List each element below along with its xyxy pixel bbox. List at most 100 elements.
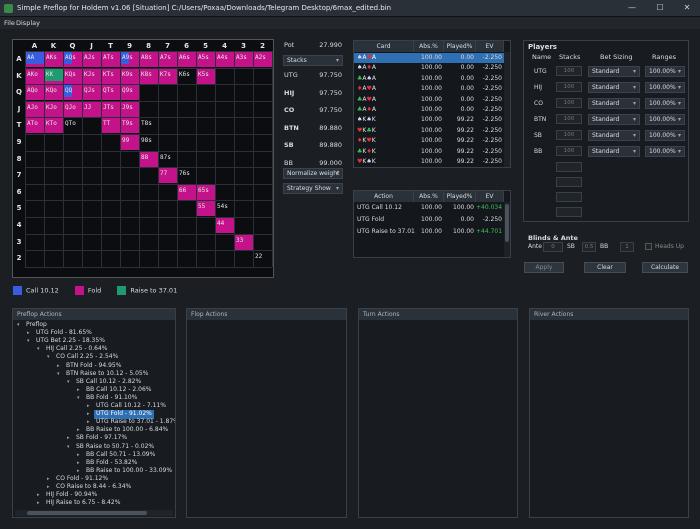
bb-input[interactable]: 1 <box>620 242 634 252</box>
grid-cell[interactable]: Q9s <box>121 85 139 98</box>
tree-hscrollbar[interactable] <box>15 510 173 516</box>
player-bet-sizing-combo[interactable]: Standard <box>588 146 640 157</box>
strategy-show-combo[interactable]: Strategy Show <box>283 183 343 194</box>
player-bet-sizing-combo[interactable]: Standard <box>588 98 640 109</box>
grid-cell[interactable]: ATs <box>102 52 120 64</box>
grid-cell[interactable]: AJs <box>83 52 101 64</box>
menu-file[interactable]: File <box>4 19 15 27</box>
cards-header-played[interactable]: Played% <box>444 41 476 52</box>
grid-cell[interactable]: AA <box>26 52 44 64</box>
player-stack-input[interactable]: 100 <box>556 130 582 140</box>
player-stack-input[interactable]: 100 <box>556 98 582 108</box>
card-row[interactable]: ♦K♥K 100.00 99.22 -2.250 <box>354 136 504 146</box>
grid-cell[interactable]: 77 <box>159 168 177 181</box>
card-row[interactable]: ♥K♣K 100.00 99.22 -2.250 <box>354 126 504 136</box>
cards-header-ev[interactable]: EV <box>476 41 504 52</box>
heads-up-checkbox[interactable] <box>645 243 652 250</box>
extra-stack-input[interactable] <box>556 192 582 202</box>
grid-cell[interactable]: KJs <box>83 68 101 81</box>
grid-cell[interactable]: AQs <box>64 52 82 64</box>
player-range-combo[interactable]: 100.00% <box>645 98 685 109</box>
grid-cell[interactable]: KK <box>45 68 63 81</box>
actions-header-played[interactable]: Played% <box>444 191 476 202</box>
player-stack-input[interactable]: 100 <box>556 66 582 76</box>
cards-header-abs[interactable]: Abs.% <box>414 41 444 52</box>
grid-cell[interactable]: A2s <box>254 52 272 64</box>
grid-cell[interactable]: K6s <box>178 69 196 85</box>
grid-cell[interactable]: 99 <box>121 135 139 147</box>
grid-cell[interactable]: T8s <box>140 118 158 134</box>
grid-cell[interactable]: K8s <box>140 68 158 81</box>
grid-cell[interactable]: A5s <box>197 52 215 64</box>
grid-cell[interactable]: 65s <box>197 184 215 197</box>
grid-cell[interactable]: AQo <box>26 85 44 98</box>
actions-header-ev[interactable]: EV <box>476 191 504 202</box>
player-bet-sizing-combo[interactable]: Standard <box>588 114 640 125</box>
normalize-weight-combo[interactable]: Normalize weight <box>283 168 343 179</box>
grid-cell[interactable]: JTs <box>102 101 120 114</box>
expanded-arrow-icon[interactable]: ▾ <box>17 321 20 330</box>
tree-node[interactable]: HIJ Raise to 6.75 - 8.42% <box>44 499 122 508</box>
card-row[interactable]: ♦A♥A 100.00 0.00 -2.250 <box>354 84 504 94</box>
grid-cell[interactable]: 87s <box>159 152 177 168</box>
grid-cell[interactable]: A3s <box>235 52 253 64</box>
apply-button[interactable]: Apply <box>524 262 564 273</box>
grid-cell[interactable]: KQs <box>64 68 82 81</box>
player-range-combo[interactable]: 100.00% <box>645 66 685 77</box>
cards-header-card[interactable]: Card <box>354 41 414 52</box>
menu-display[interactable]: Display <box>16 19 40 27</box>
grid-cell[interactable]: KJo <box>45 101 63 114</box>
tree-hscroll-thumb[interactable] <box>27 511 147 515</box>
player-range-combo[interactable]: 100.00% <box>645 130 685 141</box>
calculate-button[interactable]: Calculate <box>642 262 688 273</box>
grid-cell[interactable]: KTo <box>45 118 63 131</box>
grid-cell[interactable]: QQ <box>64 85 82 98</box>
cards-scrollbar[interactable] <box>504 52 510 167</box>
player-bet-sizing-combo[interactable]: Standard <box>588 82 640 93</box>
sb-input[interactable]: 0.5 <box>582 242 596 252</box>
grid-cell[interactable]: K9s <box>121 68 139 81</box>
extra-stack-input[interactable] <box>556 177 582 187</box>
card-row[interactable]: ♠A♥A 100.00 0.00 -2.250 <box>354 53 504 63</box>
expanded-arrow-icon[interactable]: ▾ <box>37 345 40 354</box>
maximize-button[interactable]: ☐ <box>648 2 672 14</box>
card-row[interactable]: ♠A♦A 100.00 0.00 -2.250 <box>354 63 504 73</box>
grid-cell[interactable]: QTs <box>102 85 120 98</box>
extra-stack-input[interactable] <box>556 162 582 172</box>
card-row[interactable]: ♣A♠A 100.00 0.00 -2.250 <box>354 74 504 84</box>
expanded-arrow-icon[interactable]: ▾ <box>77 394 80 403</box>
card-row[interactable]: ♣K♦K 100.00 99.22 -2.250 <box>354 147 504 157</box>
grid-cell[interactable]: AKs <box>45 52 63 64</box>
card-row[interactable]: ♣A♥A 100.00 0.00 -2.250 <box>354 95 504 105</box>
grid-cell[interactable]: ATo <box>26 118 44 131</box>
grid-cell[interactable]: 55 <box>197 201 215 214</box>
collapsed-arrow-icon[interactable]: ▸ <box>37 499 40 508</box>
actions-scrollbar[interactable] <box>504 202 510 257</box>
hand-range-grid[interactable]: A A K K Q Q J J T T 9 9 8 8 7 7 6 6 5 5 4 4 3 3 2 2 AA AKs AQs AJs ATs… <box>12 39 274 278</box>
grid-cell[interactable]: QJo <box>64 101 82 114</box>
action-row[interactable]: UTG Call 10.12 100.00 100.00 +40.034 <box>354 203 504 213</box>
player-stack-input[interactable]: 100 <box>556 82 582 92</box>
extra-stack-input[interactable] <box>556 207 582 217</box>
grid-cell[interactable]: 66 <box>178 184 196 197</box>
grid-cell[interactable]: AJo <box>26 101 44 114</box>
card-row[interactable]: ♥K♠K 100.00 99.22 -2.250 <box>354 157 504 167</box>
close-button[interactable]: ✕ <box>675 2 699 14</box>
grid-cell[interactable]: K7s <box>159 68 177 81</box>
player-stack-input[interactable]: 100 <box>556 114 582 124</box>
minimize-button[interactable]: — <box>620 2 644 14</box>
grid-cell[interactable]: A9s <box>121 52 139 64</box>
action-row[interactable]: UTG Raise to 37.01 100.00 100.00 +44.701 <box>354 227 504 237</box>
card-row[interactable]: ♣A♦A 100.00 0.00 -2.250 <box>354 105 504 115</box>
grid-cell[interactable]: 76s <box>178 168 196 184</box>
grid-cell[interactable]: AKo <box>26 68 44 81</box>
ante-input[interactable]: 0 <box>543 242 563 252</box>
grid-cell[interactable]: A7s <box>159 52 177 64</box>
expanded-arrow-icon[interactable]: ▾ <box>67 378 70 387</box>
grid-cell[interactable]: 44 <box>216 218 234 230</box>
expanded-arrow-icon[interactable]: ▾ <box>27 337 30 346</box>
grid-cell[interactable]: QTo <box>64 118 82 134</box>
grid-cell[interactable]: A6s <box>178 52 196 64</box>
player-range-combo[interactable]: 100.00% <box>645 146 685 157</box>
grid-cell[interactable]: KTs <box>102 68 120 81</box>
